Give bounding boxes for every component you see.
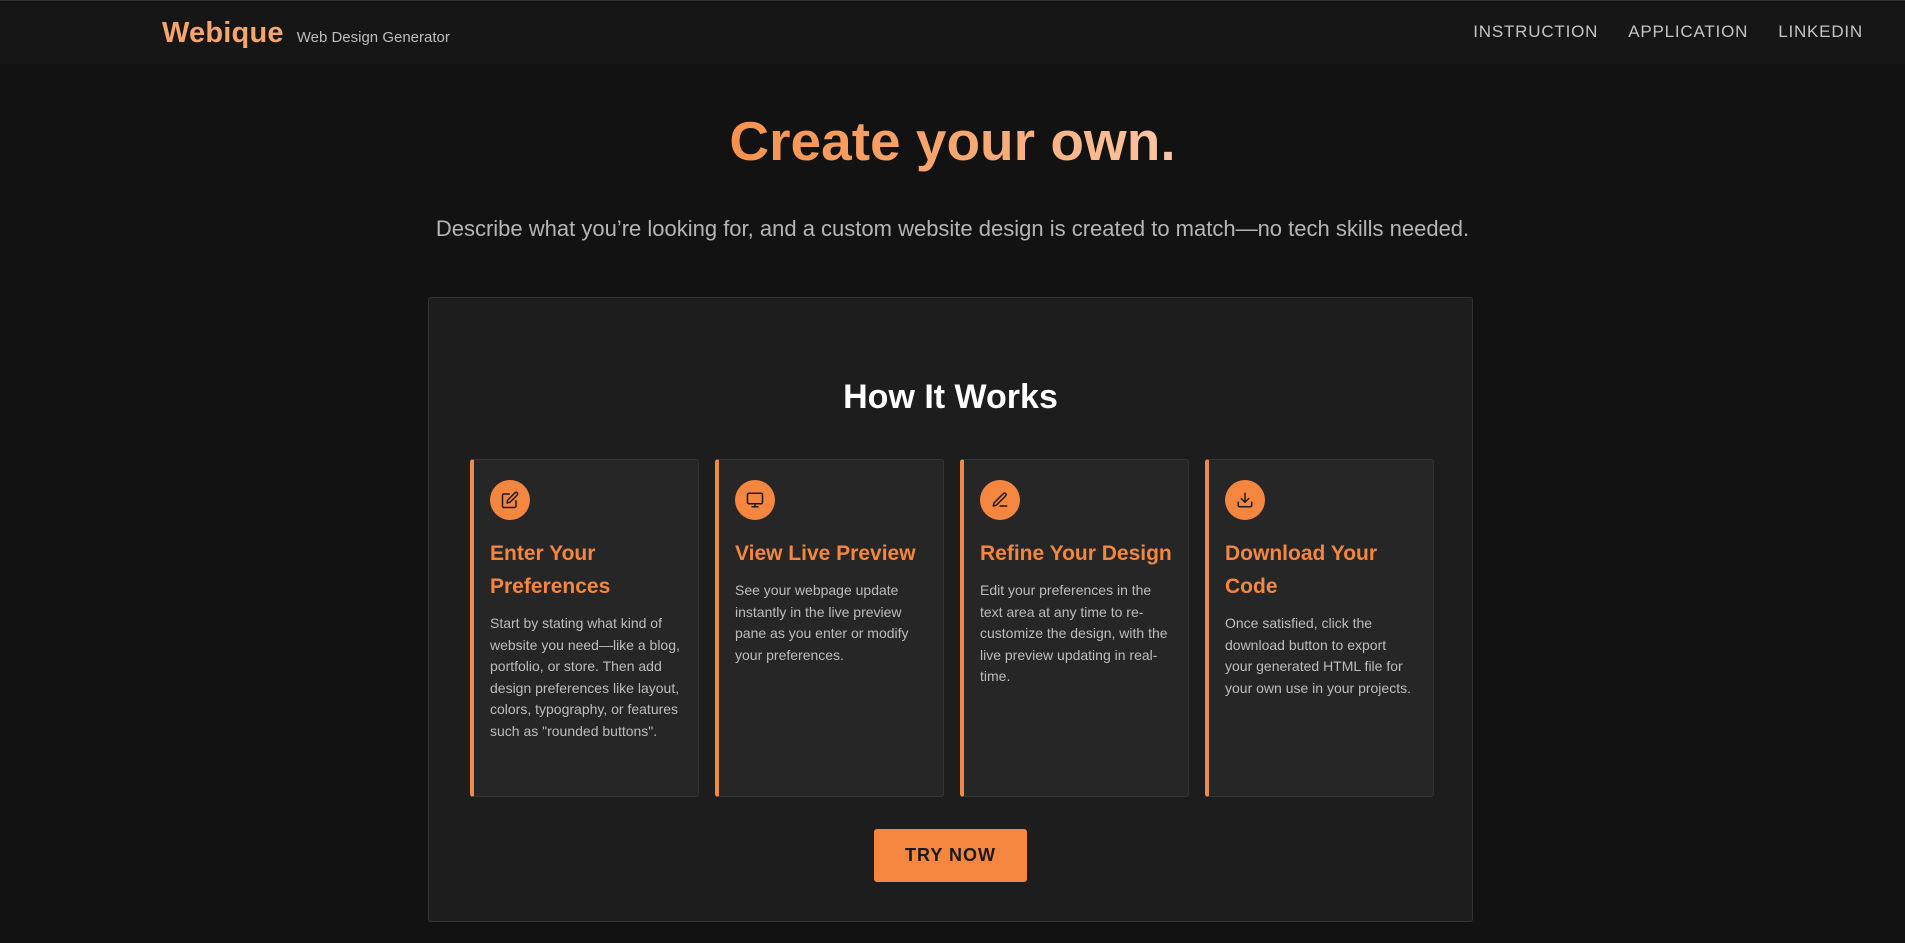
hero-subtitle: Describe what you’re looking for, and a …	[435, 216, 1470, 241]
nav-link-linkedin[interactable]: LINKEDIN	[1778, 22, 1863, 42]
step-card-refine: Refine Your Design Edit your preferences…	[960, 459, 1189, 797]
card-title: Download Your Code	[1225, 542, 1378, 598]
how-it-works-panel: How It Works Enter Your Preferences Star…	[428, 297, 1473, 922]
card-description: See your webpage update instantly in the…	[735, 582, 909, 663]
brand-name[interactable]: Webique	[162, 17, 284, 50]
card-description: Start by stating what kind of website yo…	[490, 615, 680, 739]
brand-tagline: Web Design Generator	[296, 29, 450, 46]
card-title: View Live Preview	[735, 542, 916, 565]
step-card-preferences: Enter Your Preferences Start by stating …	[470, 459, 699, 797]
edit-icon	[490, 480, 530, 520]
nav-link-instruction[interactable]: INSTRUCTION	[1473, 22, 1598, 42]
section-title: How It Works	[843, 378, 1058, 416]
main-nav: INSTRUCTION APPLICATION LINKEDIN	[1473, 22, 1863, 42]
top-navigation-bar: Webique Web Design Generator INSTRUCTION…	[0, 0, 1905, 64]
step-card-preview: View Live Preview See your webpage updat…	[715, 459, 944, 797]
hero: Create your own.	[0, 108, 1905, 174]
pen-icon	[980, 480, 1020, 520]
card-title: Refine Your Design	[980, 542, 1172, 565]
nav-link-application[interactable]: APPLICATION	[1628, 22, 1748, 42]
monitor-icon	[735, 480, 775, 520]
download-icon	[1225, 480, 1265, 520]
brand[interactable]: Webique Web Design Generator	[162, 17, 450, 50]
try-now-button[interactable]: TRY NOW	[874, 829, 1027, 882]
step-card-download: Download Your Code Once satisfied, click…	[1205, 459, 1434, 797]
card-title: Enter Your Preferences	[490, 542, 611, 598]
card-description: Once satisfied, click the download butto…	[1225, 615, 1411, 696]
card-description: Edit your preferences in the text area a…	[980, 582, 1168, 685]
hero-title: Create your own.	[729, 110, 1176, 172]
